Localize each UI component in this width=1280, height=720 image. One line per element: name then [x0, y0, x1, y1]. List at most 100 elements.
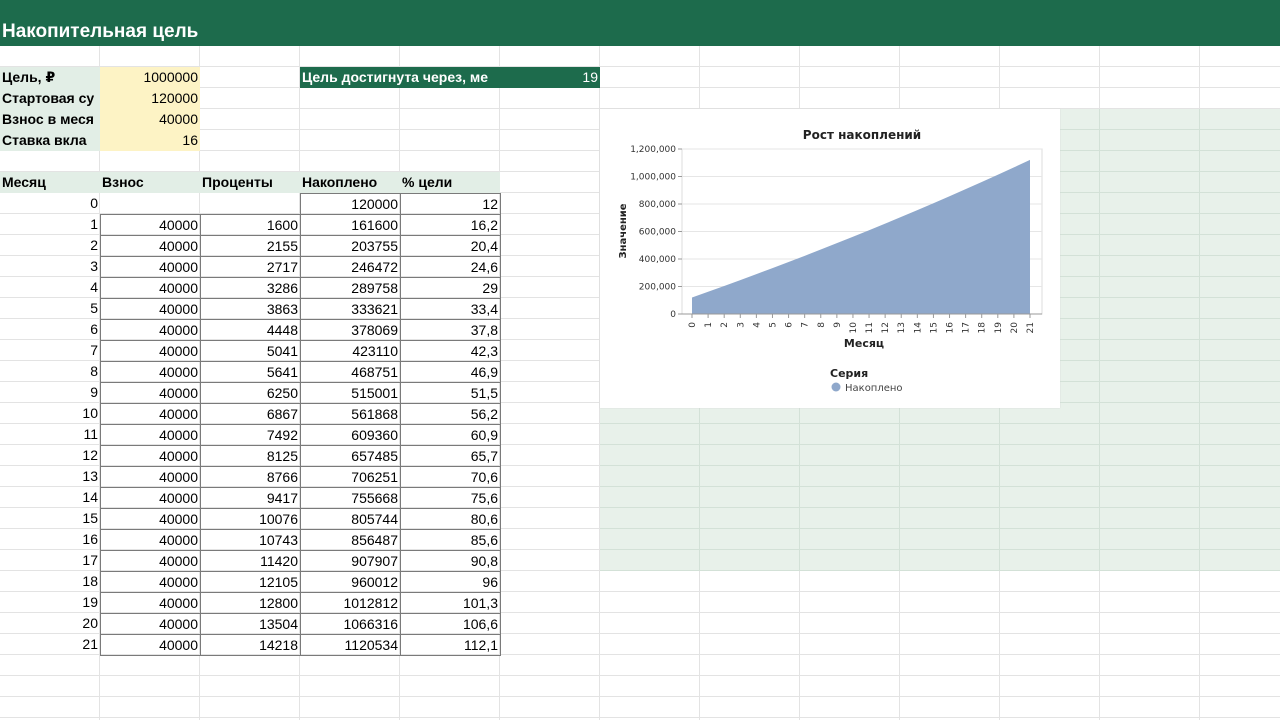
cell-accumulated[interactable]: 289758 [300, 277, 401, 299]
cell-contribution[interactable]: 40000 [100, 634, 201, 656]
cell-interest[interactable]: 2717 [200, 256, 301, 278]
param-value-monthly[interactable]: 40000 [100, 109, 200, 130]
cell-goal-percent[interactable]: 12 [400, 193, 501, 215]
header-month[interactable]: Месяц [0, 172, 100, 193]
cell-interest[interactable]: 10076 [200, 508, 301, 530]
series-area-accumulated[interactable] [692, 159, 1030, 314]
param-value-goal[interactable]: 1000000 [100, 67, 200, 88]
cell-contribution[interactable]: 40000 [100, 445, 201, 467]
cell-goal-percent[interactable]: 33,4 [400, 298, 501, 320]
cell-accumulated[interactable]: 120000 [300, 193, 401, 215]
param-label-rate[interactable]: Ставка вкла [0, 130, 100, 151]
cell-month[interactable]: 19 [0, 592, 100, 613]
header-accumulated[interactable]: Накоплено [300, 172, 400, 193]
cell-month[interactable]: 10 [0, 403, 100, 424]
cell-interest[interactable]: 11420 [200, 550, 301, 572]
chart[interactable]: Рост накоплений Значение Месяц Серия Нак… [600, 109, 1060, 408]
cell-contribution[interactable]: 40000 [100, 319, 201, 341]
cell-month[interactable]: 5 [0, 298, 100, 319]
cell-interest[interactable]: 5041 [200, 340, 301, 362]
cell-accumulated[interactable]: 856487 [300, 529, 401, 551]
cell-contribution[interactable]: 40000 [100, 592, 201, 614]
cell-interest[interactable]: 3286 [200, 277, 301, 299]
cell-contribution[interactable]: 40000 [100, 487, 201, 509]
cell-contribution[interactable]: 40000 [100, 361, 201, 383]
cell-accumulated[interactable]: 706251 [300, 466, 401, 488]
cell-accumulated[interactable]: 960012 [300, 571, 401, 593]
cell-contribution[interactable]: 40000 [100, 256, 201, 278]
cell-month[interactable]: 15 [0, 508, 100, 529]
cell-goal-percent[interactable]: 106,6 [400, 613, 501, 635]
cell-month[interactable]: 9 [0, 382, 100, 403]
cell-goal-percent[interactable]: 46,9 [400, 361, 501, 383]
cell-accumulated[interactable]: 161600 [300, 214, 401, 236]
cell-interest[interactable]: 12800 [200, 592, 301, 614]
param-label-start[interactable]: Стартовая су [0, 88, 100, 109]
param-value-start[interactable]: 120000 [100, 88, 200, 109]
cell-contribution[interactable]: 40000 [100, 613, 201, 635]
cell-contribution[interactable]: 40000 [100, 424, 201, 446]
cell-accumulated[interactable]: 907907 [300, 550, 401, 572]
param-value-rate[interactable]: 16 [100, 130, 200, 151]
cell-month[interactable]: 7 [0, 340, 100, 361]
cell-contribution[interactable]: 40000 [100, 529, 201, 551]
cell-interest[interactable]: 4448 [200, 319, 301, 341]
cell-goal-percent[interactable]: 37,8 [400, 319, 501, 341]
param-label-monthly[interactable]: Взнос в меся [0, 109, 100, 130]
cell-month[interactable]: 12 [0, 445, 100, 466]
cell-goal-percent[interactable]: 75,6 [400, 487, 501, 509]
cell-interest[interactable] [200, 193, 300, 214]
cell-interest[interactable]: 7492 [200, 424, 301, 446]
cell-accumulated[interactable]: 609360 [300, 424, 401, 446]
cell-goal-percent[interactable]: 16,2 [400, 214, 501, 236]
cell-accumulated[interactable]: 423110 [300, 340, 401, 362]
cell-month[interactable]: 0 [0, 193, 100, 214]
cell-month[interactable]: 1 [0, 214, 100, 235]
cell-month[interactable]: 17 [0, 550, 100, 571]
cell-accumulated[interactable]: 468751 [300, 361, 401, 383]
cell-interest[interactable]: 12105 [200, 571, 301, 593]
cell-interest[interactable]: 3863 [200, 298, 301, 320]
cell-interest[interactable]: 13504 [200, 613, 301, 635]
cell-goal-percent[interactable]: 80,6 [400, 508, 501, 530]
cell-interest[interactable]: 6867 [200, 403, 301, 425]
cell-contribution[interactable]: 40000 [100, 571, 201, 593]
cell-month[interactable]: 4 [0, 277, 100, 298]
cell-goal-percent[interactable]: 56,2 [400, 403, 501, 425]
cell-accumulated[interactable]: 1066316 [300, 613, 401, 635]
cell-interest[interactable]: 10743 [200, 529, 301, 551]
cell-contribution[interactable]: 40000 [100, 298, 201, 320]
cell-interest[interactable]: 2155 [200, 235, 301, 257]
cell-month[interactable]: 11 [0, 424, 100, 445]
cell-accumulated[interactable]: 203755 [300, 235, 401, 257]
cell-goal-percent[interactable]: 42,3 [400, 340, 501, 362]
header-goal-percent[interactable]: % цели [400, 172, 500, 193]
cell-goal-percent[interactable]: 20,4 [400, 235, 501, 257]
cell-interest[interactable]: 14218 [200, 634, 301, 656]
cell-contribution[interactable]: 40000 [100, 403, 201, 425]
cell-month[interactable]: 8 [0, 361, 100, 382]
cell-goal-percent[interactable]: 70,6 [400, 466, 501, 488]
cell-contribution[interactable]: 40000 [100, 382, 201, 404]
result-value[interactable]: 19 [500, 67, 600, 88]
cell-month[interactable]: 21 [0, 634, 100, 655]
cell-goal-percent[interactable]: 60,9 [400, 424, 501, 446]
cell-month[interactable]: 3 [0, 256, 100, 277]
cell-goal-percent[interactable]: 24,6 [400, 256, 501, 278]
cell-interest[interactable]: 8766 [200, 466, 301, 488]
cell-contribution[interactable]: 40000 [100, 235, 201, 257]
cell-month[interactable]: 14 [0, 487, 100, 508]
cell-accumulated[interactable]: 333621 [300, 298, 401, 320]
cell-contribution[interactable]: 40000 [100, 340, 201, 362]
cell-accumulated[interactable]: 561868 [300, 403, 401, 425]
cell-interest[interactable]: 9417 [200, 487, 301, 509]
cell-interest[interactable]: 5641 [200, 361, 301, 383]
cell-goal-percent[interactable]: 29 [400, 277, 501, 299]
cell-month[interactable]: 2 [0, 235, 100, 256]
cell-goal-percent[interactable]: 85,6 [400, 529, 501, 551]
cell-contribution[interactable]: 40000 [100, 277, 201, 299]
cell-month[interactable]: 13 [0, 466, 100, 487]
cell-month[interactable]: 16 [0, 529, 100, 550]
cell-goal-percent[interactable]: 112,1 [400, 634, 501, 656]
result-label[interactable]: Цель достигнута через, ме [300, 67, 500, 88]
